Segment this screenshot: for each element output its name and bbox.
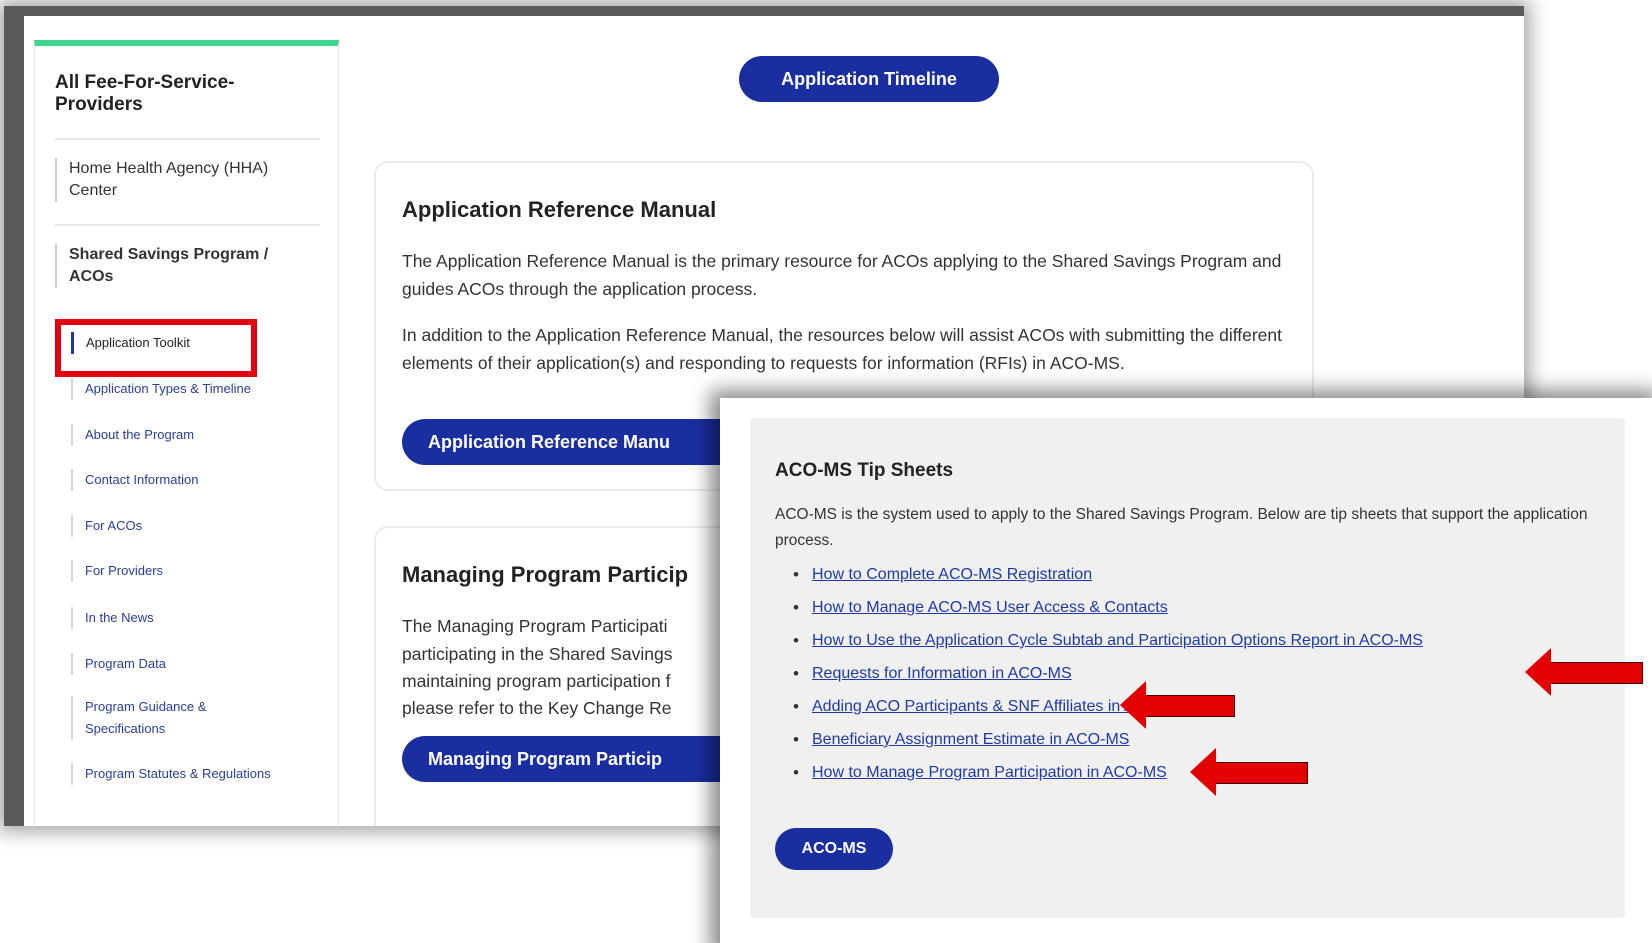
sidebar-item-application-toolkit[interactable]: Application Toolkit xyxy=(71,332,331,354)
list-item: How to Complete ACO-MS Registration xyxy=(775,563,1615,596)
application-timeline-button[interactable]: Application Timeline xyxy=(739,56,999,102)
tip-sheets-intro: ACO-MS is the system used to apply to th… xyxy=(775,506,1588,549)
red-arrow-icon xyxy=(1120,681,1235,729)
list-item: How to Use the Application Cycle Subtab … xyxy=(775,629,1615,662)
managing-program-participation-button[interactable]: Managing Program Particip xyxy=(402,736,742,782)
sidebar-item-about-program[interactable]: About the Program xyxy=(71,424,331,446)
tip-sheets-window: ACO-MS Tip Sheets ACO-MS is the system u… xyxy=(720,398,1652,943)
sidebar-item-program-data[interactable]: Program Data xyxy=(71,653,331,675)
aco-ms-button[interactable]: ACO-MS xyxy=(775,828,893,870)
sidebar-divider xyxy=(55,138,320,140)
sidebar-nav: All Fee-For-Service-Providers Home Healt… xyxy=(34,40,339,826)
sidebar-item-program-statutes[interactable]: Program Statutes & Regulations xyxy=(71,763,331,785)
sidebar-divider xyxy=(55,224,320,226)
red-arrow-icon xyxy=(1525,648,1643,696)
card-paragraph: The Application Reference Manual is the … xyxy=(402,251,1282,299)
tip-link-user-access[interactable]: How to Manage ACO-MS User Access & Conta… xyxy=(812,599,1168,616)
tip-link-program-participation[interactable]: How to Manage Program Participation in A… xyxy=(812,764,1167,781)
red-arrow-icon xyxy=(1190,748,1308,796)
sidebar-group-ssp[interactable]: Shared Savings Program / ACOs xyxy=(55,244,315,288)
sidebar-title: All Fee-For-Service-Providers xyxy=(55,72,235,115)
card-title: Application Reference Manual xyxy=(402,197,717,222)
sidebar-item-for-providers[interactable]: For Providers xyxy=(71,560,331,582)
sidebar-item-program-guidance[interactable]: Program Guidance & Specifications xyxy=(71,696,231,740)
tip-sheets-panel: ACO-MS Tip Sheets ACO-MS is the system u… xyxy=(750,418,1625,918)
list-item: How to Manage ACO-MS User Access & Conta… xyxy=(775,596,1615,629)
sidebar-item-contact-information[interactable]: Contact Information xyxy=(71,469,331,491)
tip-link-application-cycle-subtab[interactable]: How to Use the Application Cycle Subtab … xyxy=(812,632,1423,649)
sidebar-item-application-types-timeline[interactable]: Application Types & Timeline xyxy=(71,378,331,400)
sidebar-item-for-acos[interactable]: For ACOs xyxy=(71,515,331,537)
tip-link-requests-for-information[interactable]: Requests for Information in ACO-MS xyxy=(812,665,1072,682)
card-title: Managing Program Particip xyxy=(402,562,689,587)
sidebar-item-in-the-news[interactable]: In the News xyxy=(71,607,331,629)
tip-link-registration[interactable]: How to Complete ACO-MS Registration xyxy=(812,566,1092,583)
tip-sheets-title: ACO-MS Tip Sheets xyxy=(775,460,954,481)
sidebar-group-hha[interactable]: Home Health Agency (HHA) Center xyxy=(55,158,315,202)
tip-link-beneficiary-assignment[interactable]: Beneficiary Assignment Estimate in ACO-M… xyxy=(812,731,1129,748)
card-paragraph: In addition to the Application Reference… xyxy=(402,325,1283,373)
application-reference-manual-button[interactable]: Application Reference Manu xyxy=(402,419,742,465)
